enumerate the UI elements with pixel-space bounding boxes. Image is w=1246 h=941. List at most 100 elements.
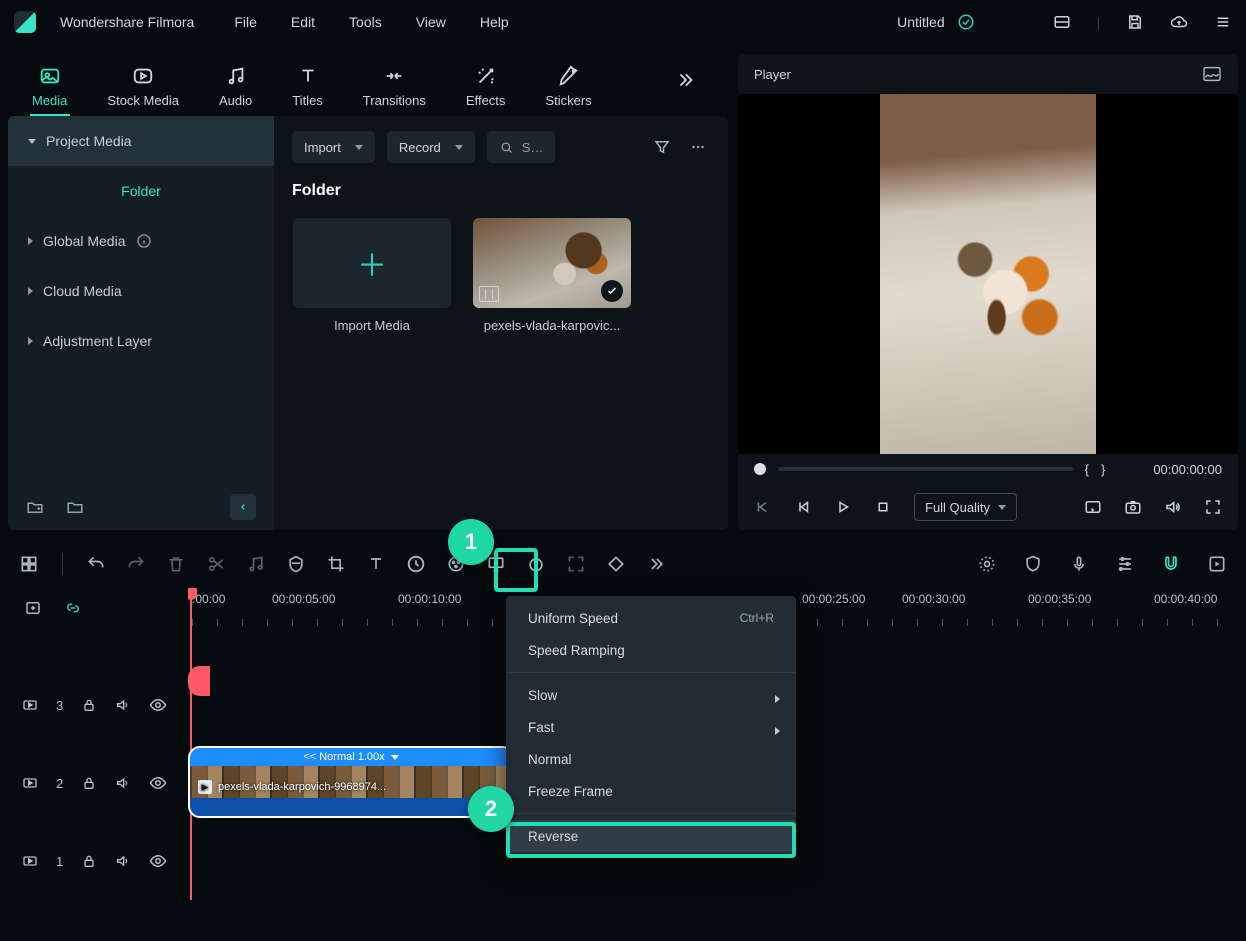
search-input[interactable]: S… <box>487 131 556 163</box>
menu-uniform-speed[interactable]: Uniform SpeedCtrl+R <box>506 602 796 634</box>
track-add-icon[interactable] <box>22 597 44 619</box>
undo-icon[interactable] <box>85 553 107 575</box>
toolbar-overflow-icon[interactable] <box>645 553 667 575</box>
fullscreen-icon[interactable] <box>1204 498 1222 516</box>
sidebar-adjustment-label: Adjustment Layer <box>43 333 152 349</box>
menu-normal[interactable]: Normal <box>506 743 796 775</box>
sidebar-global-media[interactable]: Global Media <box>8 216 274 266</box>
annotation-badge-2: 2 <box>468 786 514 832</box>
delete-icon[interactable] <box>165 553 187 575</box>
magnetic-icon[interactable] <box>1160 553 1182 575</box>
record-dropdown[interactable]: Record <box>387 131 475 163</box>
crop-icon[interactable] <box>325 553 347 575</box>
lock-icon[interactable] <box>81 853 97 869</box>
mi-label: Freeze Frame <box>528 784 613 799</box>
pip-icon[interactable] <box>1084 498 1102 516</box>
keyframe-icon[interactable] <box>605 553 627 575</box>
menu-file[interactable]: File <box>234 14 257 30</box>
eye-icon[interactable] <box>149 696 167 714</box>
sidebar-adjustment-layer[interactable]: Adjustment Layer <box>8 316 274 366</box>
snapshot-icon[interactable] <box>1124 498 1142 516</box>
split-icon[interactable] <box>205 553 227 575</box>
cloud-upload-icon[interactable] <box>1170 13 1188 31</box>
tab-titles[interactable]: Titles <box>292 65 323 116</box>
import-dropdown[interactable]: Import <box>292 131 375 163</box>
tab-transitions[interactable]: Transitions <box>363 65 426 116</box>
ruler-tick: 00:00:10:00 <box>398 592 461 606</box>
menu-help[interactable]: Help <box>480 14 509 30</box>
menu-fast[interactable]: Fast <box>506 711 796 743</box>
track-number: 2 <box>56 776 63 791</box>
mute-icon[interactable] <box>115 775 131 791</box>
chevron-down-icon <box>391 755 399 760</box>
prev-frame-icon[interactable] <box>754 498 772 516</box>
play-icon[interactable] <box>834 498 852 516</box>
step-back-icon[interactable] <box>794 498 812 516</box>
new-folder-icon[interactable] <box>26 498 44 516</box>
track-header-3[interactable]: 3 <box>8 666 188 744</box>
scopes-icon[interactable] <box>1202 66 1222 82</box>
quality-select[interactable]: Full Quality <box>914 493 1017 521</box>
collapse-sidebar-button[interactable] <box>230 494 256 520</box>
eye-icon[interactable] <box>149 852 167 870</box>
folder-icon[interactable] <box>66 498 84 516</box>
preview-viewport[interactable] <box>738 94 1238 454</box>
layout-icon[interactable] <box>1053 13 1071 31</box>
tab-audio[interactable]: Audio <box>219 65 252 116</box>
audio-detach-icon[interactable] <box>245 553 267 575</box>
play-badge-icon: ▶ <box>198 780 212 794</box>
main-menu: File Edit Tools View Help <box>234 14 508 30</box>
menu-freeze-frame[interactable]: Freeze Frame <box>506 775 796 807</box>
hamburger-icon[interactable] <box>1214 13 1232 31</box>
tabs-overflow-icon[interactable] <box>674 69 704 91</box>
sidebar-project-media[interactable]: Project Media <box>8 116 274 166</box>
menu-edit[interactable]: Edit <box>291 14 315 30</box>
mark-in-label[interactable]: { <box>1085 462 1089 477</box>
sidebar-cloud-media[interactable]: Cloud Media <box>8 266 274 316</box>
tab-effects[interactable]: Effects <box>466 65 506 116</box>
import-media-tile[interactable]: ＋ Import Media <box>292 218 452 333</box>
mixer-icon[interactable] <box>1114 553 1136 575</box>
sidebar-folder-label: Folder <box>121 183 161 199</box>
sidebar-active-folder[interactable]: Folder <box>8 166 274 216</box>
render-icon[interactable] <box>976 553 998 575</box>
track-header-1[interactable]: 1 <box>8 822 188 900</box>
menu-view[interactable]: View <box>416 14 446 30</box>
menu-slow[interactable]: Slow <box>506 679 796 711</box>
track-header-2[interactable]: 2 <box>8 744 188 822</box>
timeline-clip[interactable]: << Normal 1.00x ▶pexels-vlada-karpovich-… <box>190 748 512 816</box>
mute-icon[interactable] <box>115 697 131 713</box>
mark-out-label[interactable]: } <box>1101 462 1105 477</box>
media-clip-label: pexels-vlada-karpovic... <box>484 318 621 333</box>
add-track-icon[interactable] <box>18 553 40 575</box>
media-clip-tile[interactable]: pexels-vlada-karpovic... <box>472 218 632 333</box>
menu-tools[interactable]: Tools <box>349 14 382 30</box>
menu-speed-ramping[interactable]: Speed Ramping <box>506 634 796 666</box>
quality-label: Full Quality <box>925 500 990 515</box>
link-icon[interactable] <box>62 597 84 619</box>
tab-media[interactable]: Media <box>32 65 67 116</box>
shield-icon[interactable] <box>1022 553 1044 575</box>
redo-icon[interactable] <box>125 553 147 575</box>
stop-icon[interactable] <box>874 498 892 516</box>
text-icon[interactable] <box>365 553 387 575</box>
marker-icon[interactable] <box>285 553 307 575</box>
tab-stickers[interactable]: Stickers <box>545 65 591 116</box>
eye-icon[interactable] <box>149 774 167 792</box>
speed-icon[interactable] <box>405 553 427 575</box>
expand-icon[interactable] <box>565 553 587 575</box>
mi-shortcut: Ctrl+R <box>740 611 774 625</box>
filter-icon[interactable] <box>650 135 674 159</box>
lock-icon[interactable] <box>81 697 97 713</box>
playhead-dot[interactable] <box>754 463 766 475</box>
import-label: Import <box>304 140 341 155</box>
tab-stock-media[interactable]: Stock Media <box>107 65 179 116</box>
add-marker-icon[interactable] <box>1206 553 1228 575</box>
progress-bar[interactable]: { } 00:00:00:00 <box>738 454 1238 484</box>
save-icon[interactable] <box>1126 13 1144 31</box>
volume-icon[interactable] <box>1164 498 1182 516</box>
more-icon[interactable] <box>686 135 710 159</box>
lock-icon[interactable] <box>81 775 97 791</box>
mute-icon[interactable] <box>115 853 131 869</box>
voiceover-icon[interactable] <box>1068 553 1090 575</box>
